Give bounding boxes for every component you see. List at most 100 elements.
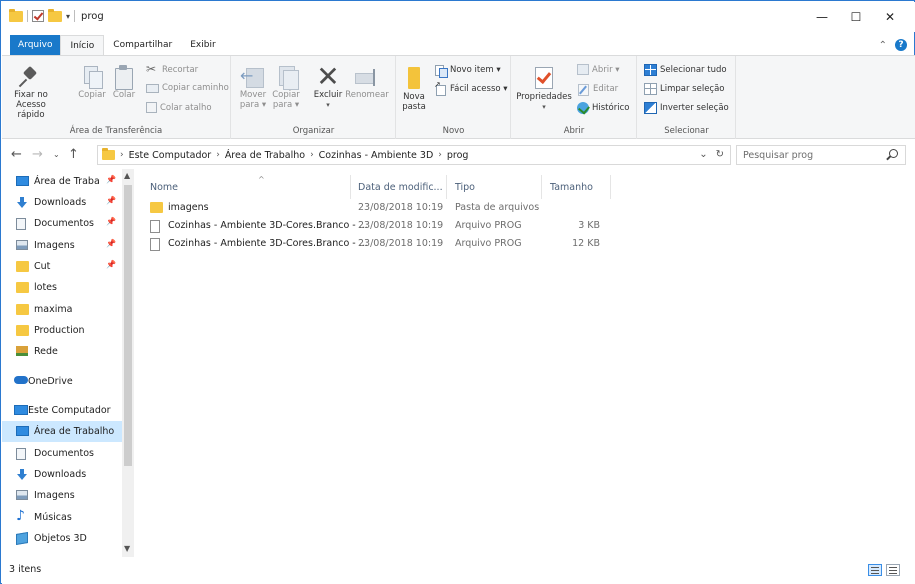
move-to-button[interactable]: Mover para ▾ [238,64,268,110]
breadcrumb-item[interactable]: prog [447,150,469,161]
nav-item-documents[interactable]: Documentos [2,443,122,464]
tab-home[interactable]: Início [60,35,105,56]
nav-item-cut[interactable]: Cut 📌 [2,256,122,277]
properties-quick-icon[interactable] [32,10,44,22]
nav-item-pictures[interactable]: Imagens [2,485,122,506]
properties-button[interactable]: Propriedades ▾ [516,64,572,112]
file-name: imagens [168,202,209,213]
nav-item-quick-downloads[interactable]: Downloads 📌 [2,192,122,213]
chevron-right-icon[interactable]: › [120,150,124,160]
close-button[interactable]: ✕ [873,2,907,32]
table-row[interactable]: Cozinhas - Ambiente 3D-Cores.Branco - ..… [147,234,617,254]
help-icon[interactable]: ? [895,39,907,51]
forward-arrow-icon[interactable]: → [32,147,43,162]
column-divider[interactable] [541,175,542,199]
pin-quick-access-button[interactable]: Fixar no Acesso rápido [10,64,52,120]
minimize-button[interactable]: — [805,2,839,32]
copy-path-button[interactable]: Copiar caminho [146,83,229,93]
tab-share[interactable]: Compartilhar [104,35,181,55]
up-arrow-icon[interactable]: ↑ [68,147,79,162]
properties-dropdown-icon[interactable]: ▾ [542,102,546,112]
copy-button[interactable]: Copiar [77,64,107,100]
nav-item-desktop[interactable]: Área de Trabalho [2,421,122,442]
address-history-chevron-icon[interactable]: ⌄ [699,149,707,160]
edit-button[interactable]: Editar [577,83,618,96]
nav-scrollbar[interactable]: ▲ ▼ [122,169,134,557]
nav-item-label: Objetos 3D [34,533,87,544]
nav-item-quick-pictures[interactable]: Imagens 📌 [2,235,122,256]
nav-item-label: Este Computador [28,405,111,416]
scroll-up-icon[interactable]: ▲ [124,171,130,180]
select-all-button[interactable]: Selecionar tudo [644,64,727,76]
nav-item-maxima[interactable]: maxima [2,299,122,320]
chevron-right-icon[interactable]: › [438,150,442,160]
recent-locations-chevron-icon[interactable]: ⌄ [53,150,60,159]
breadcrumb-item[interactable]: Cozinhas - Ambiente 3D [319,150,434,161]
new-item-label: Novo item ▾ [450,65,501,75]
details-view-icon[interactable] [868,564,882,576]
new-folder-quick-icon[interactable] [48,8,62,22]
chevron-right-icon[interactable]: › [310,150,314,160]
nav-item-label: Downloads [34,197,87,208]
document-icon [16,448,26,460]
file-size: 3 KB [578,220,600,231]
search-icon[interactable] [889,149,898,158]
nav-item-3d-objects[interactable]: Objetos 3D [2,528,122,549]
column-header-type[interactable]: Tipo [455,175,541,199]
column-divider[interactable] [446,175,447,199]
nav-item-network[interactable]: Rede [2,341,122,362]
column-divider[interactable] [350,175,351,199]
history-button[interactable]: Histórico [577,102,629,114]
nav-item-this-pc[interactable]: Este Computador [2,400,122,421]
search-input[interactable]: Pesquisar prog [736,145,906,165]
collapse-ribbon-icon[interactable]: ⌃ [879,40,887,51]
tab-view[interactable]: Exibir [181,35,224,55]
breadcrumb-item[interactable]: Este Computador [129,150,212,161]
group-new: Nova pasta Novo item ▾ Fácil acesso ▾ No… [397,56,511,139]
select-none-button[interactable]: Limpar seleção [644,83,725,95]
chevron-right-icon[interactable]: › [216,150,220,160]
copy-icon [81,64,103,90]
copy-to-icon [273,64,299,90]
file-date: 23/08/2018 10:19 [358,238,444,249]
invert-selection-button[interactable]: Inverter seleção [644,102,729,114]
paste-button[interactable]: Colar [111,64,137,100]
nav-item-downloads[interactable]: Downloads [2,464,122,485]
customize-qat-dropdown-icon[interactable]: ▾ [66,12,70,21]
history-label: Histórico [592,103,630,113]
column-header-date[interactable]: Data de modific... [358,175,446,199]
open-button[interactable]: Abrir ▾ [577,64,620,75]
address-bar[interactable]: › Este Computador › Área de Trabalho › C… [97,145,731,165]
paste-shortcut-button[interactable]: Colar atalho [146,102,212,113]
nav-item-quick-documents[interactable]: Documentos 📌 [2,213,122,234]
tab-file[interactable]: Arquivo [10,35,61,55]
table-row[interactable]: imagens 23/08/2018 10:19 Pasta de arquiv… [147,198,617,218]
column-header-name[interactable]: Nome ^ [150,175,350,199]
delete-button[interactable]: ✕ Excluir ▾ [312,63,344,110]
easy-access-button[interactable]: Fácil acesso ▾ [434,80,508,96]
table-row[interactable]: Cozinhas - Ambiente 3D-Cores.Branco - ..… [147,216,617,236]
nav-item-production[interactable]: Production [2,320,122,341]
delete-dropdown-icon[interactable]: ▾ [326,100,330,110]
new-folder-button[interactable]: Nova pasta [401,64,427,112]
nav-item-onedrive[interactable]: OneDrive [2,371,122,392]
nav-item-quick-desktop[interactable]: Área de Traba 📌 [2,171,122,192]
copy-to-button[interactable]: Copiar para ▾ [271,64,301,110]
column-header-size[interactable]: Tamanho [550,175,610,199]
breadcrumb-item[interactable]: Área de Trabalho [225,150,305,161]
back-arrow-icon[interactable]: ← [11,147,22,162]
network-icon [16,346,28,356]
refresh-icon[interactable]: ↻ [716,149,724,160]
search-placeholder: Pesquisar prog [743,149,814,161]
large-icons-view-icon[interactable] [886,564,900,576]
column-divider[interactable] [610,175,611,199]
new-item-button[interactable]: Novo item ▾ [434,64,501,78]
cut-button[interactable]: Recortar [146,62,199,76]
nav-scroll-thumb[interactable] [124,185,132,466]
nav-item-music[interactable]: Músicas [2,507,122,528]
scroll-down-icon[interactable]: ▼ [124,544,130,553]
cut-label: Recortar [162,65,199,75]
nav-item-lotes[interactable]: lotes [2,277,122,298]
maximize-button[interactable]: ☐ [839,2,873,32]
rename-button[interactable]: Renomear [345,64,389,100]
